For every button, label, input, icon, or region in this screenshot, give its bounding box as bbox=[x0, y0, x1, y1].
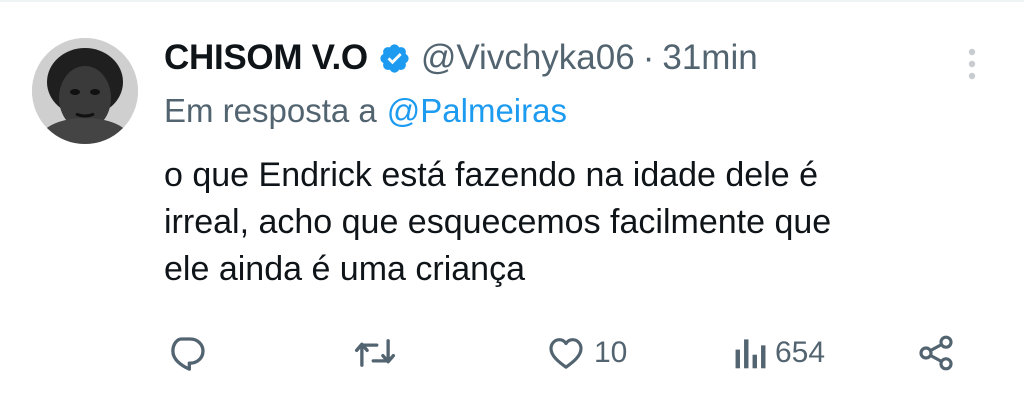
views-count: 654 bbox=[775, 336, 826, 369]
display-name[interactable]: CHISOM V.O bbox=[164, 38, 368, 78]
share-icon bbox=[916, 333, 956, 373]
avatar[interactable] bbox=[32, 38, 138, 144]
share-button[interactable] bbox=[916, 330, 956, 376]
tweet-text: o que Endrick está fazendo na idade dele… bbox=[164, 152, 984, 293]
retweet-icon bbox=[352, 332, 398, 374]
tweet-text-line: o que Endrick está fazendo na idade dele… bbox=[164, 156, 819, 194]
tweet-text-line: irreal, acho que esquecemos facilmente q… bbox=[164, 203, 832, 241]
divider bbox=[0, 0, 1024, 2]
reply-prefix: Em resposta a bbox=[164, 92, 377, 129]
more-vertical-icon[interactable] bbox=[960, 44, 984, 84]
reply-context: Em resposta a @Palmeiras bbox=[164, 92, 567, 130]
tweet-card[interactable]: CHISOM V.O @Vivchyka06 · 31min Em respos… bbox=[0, 0, 1024, 402]
reply-button[interactable] bbox=[165, 330, 207, 376]
like-count: 10 bbox=[594, 336, 628, 369]
retweet-button[interactable] bbox=[352, 330, 398, 376]
verified-badge-icon bbox=[378, 42, 411, 75]
timestamp[interactable]: 31min bbox=[662, 38, 757, 78]
separator-dot: · bbox=[642, 38, 655, 77]
views-button[interactable]: 654 bbox=[733, 330, 825, 376]
reply-icon bbox=[165, 332, 207, 374]
tweet-text-line: ele ainda é uma criança bbox=[164, 250, 526, 288]
tweet-header: CHISOM V.O @Vivchyka06 · 31min bbox=[164, 34, 758, 82]
like-button[interactable]: 10 bbox=[546, 330, 627, 376]
reply-mention-link[interactable]: @Palmeiras bbox=[387, 92, 567, 129]
user-handle[interactable]: @Vivchyka06 bbox=[421, 38, 635, 78]
views-icon bbox=[733, 334, 767, 372]
action-bar: 10 654 bbox=[0, 330, 1024, 376]
heart-icon bbox=[546, 333, 586, 373]
